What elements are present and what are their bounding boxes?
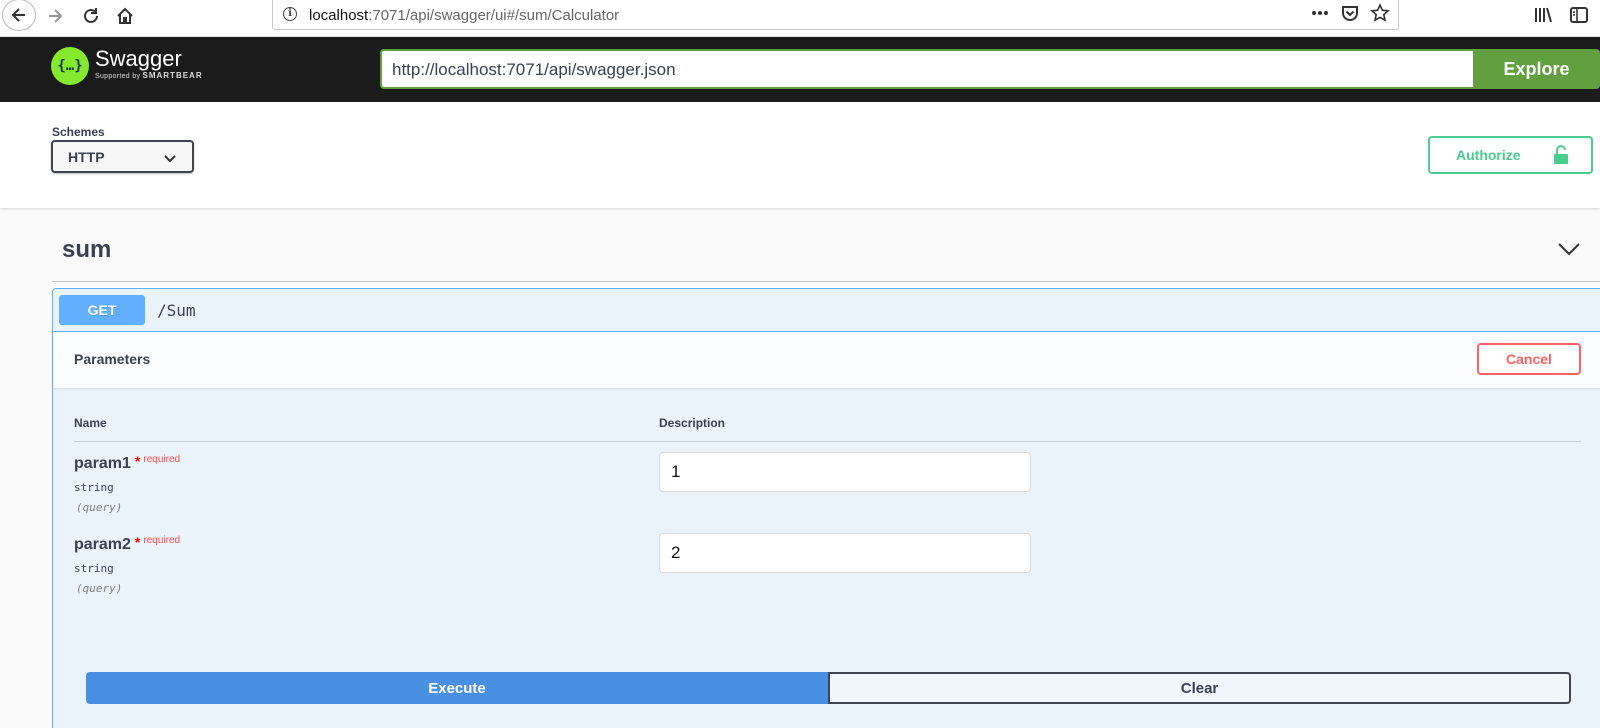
address-bar[interactable]: i localhost:7071/api/swagger/ui#/sum/Cal… bbox=[272, 0, 1399, 30]
parameter-name-text: param1 bbox=[74, 455, 131, 472]
parameter-location: (query) bbox=[76, 582, 123, 595]
required-label: required bbox=[143, 535, 181, 546]
execute-wrapper: Execute Clear bbox=[86, 672, 1571, 704]
arrow-left-icon bbox=[11, 8, 25, 22]
clear-button[interactable]: Clear bbox=[828, 672, 1571, 704]
address-host: localhost bbox=[309, 7, 369, 24]
execute-button[interactable]: Execute bbox=[86, 672, 828, 704]
schemes-select[interactable]: HTTP bbox=[51, 140, 194, 173]
authorize-button[interactable]: Authorize bbox=[1428, 136, 1593, 174]
swagger-logo-icon: {…} bbox=[51, 47, 89, 85]
explore-button[interactable]: Explore bbox=[1473, 49, 1600, 89]
pocket-icon[interactable] bbox=[1340, 3, 1360, 23]
bookmark-star-icon[interactable] bbox=[1370, 3, 1390, 23]
arrow-right-icon bbox=[49, 9, 63, 23]
tag-title: sum bbox=[62, 236, 112, 263]
schemes-label: Schemes bbox=[52, 125, 105, 139]
required-star: * bbox=[134, 453, 141, 469]
cancel-button[interactable]: Cancel bbox=[1477, 343, 1581, 375]
reload-icon bbox=[84, 8, 98, 23]
back-button[interactable] bbox=[2, 0, 36, 31]
scheme-container: Schemes HTTP Authorize bbox=[0, 102, 1600, 208]
parameter-type: string bbox=[74, 562, 114, 575]
tag-section-header[interactable]: sum bbox=[52, 222, 1600, 282]
chevron-down-icon bbox=[164, 151, 176, 167]
logo-sub-prefix: Supported by bbox=[95, 73, 141, 80]
parameter-name: param1 * required bbox=[74, 453, 181, 473]
chevron-down-icon[interactable] bbox=[1558, 242, 1580, 261]
parameter-type: string bbox=[74, 481, 114, 494]
required-star: * bbox=[134, 534, 141, 550]
parameters-header: Parameters Cancel bbox=[53, 332, 1600, 388]
parameters-title: Parameters bbox=[74, 351, 151, 367]
parameter-name: param2 * required bbox=[74, 534, 181, 554]
schemes-selected-value: HTTP bbox=[68, 149, 105, 165]
home-icon bbox=[117, 7, 133, 24]
parameter-row: param2 * required string (query) 2 bbox=[74, 533, 1581, 616]
method-badge: GET bbox=[59, 295, 145, 325]
parameter-name-text: param2 bbox=[74, 536, 131, 553]
forward-button[interactable] bbox=[39, 0, 73, 32]
logo-title: Swagger bbox=[95, 46, 182, 71]
operation-summary[interactable]: GET /Sum bbox=[53, 289, 1600, 332]
reload-button[interactable] bbox=[74, 0, 108, 32]
spec-url-input[interactable]: http://localhost:7071/api/swagger.json bbox=[380, 49, 1473, 89]
operation-path: /Sum bbox=[157, 301, 196, 320]
header-divider bbox=[74, 441, 1581, 442]
operation-block: GET /Sum Parameters Cancel Name Descript… bbox=[52, 288, 1600, 728]
parameter-row: param1 * required string (query) 1 bbox=[74, 452, 1581, 535]
info-icon[interactable]: i bbox=[283, 7, 297, 21]
swagger-topbar: {…} Swagger Supported by SMARTBEAR http:… bbox=[0, 37, 1600, 102]
sidebar-icon[interactable] bbox=[1568, 4, 1590, 26]
logo-subtitle: Supported by SMARTBEAR bbox=[95, 71, 203, 80]
required-label: required bbox=[143, 454, 181, 465]
home-button[interactable] bbox=[108, 0, 142, 32]
lock-icon bbox=[1553, 145, 1569, 168]
more-icon[interactable] bbox=[1310, 3, 1330, 23]
browser-toolbar: i localhost:7071/api/swagger/ui#/sum/Cal… bbox=[0, 0, 1600, 37]
authorize-label: Authorize bbox=[1456, 147, 1521, 163]
parameter-location: (query) bbox=[76, 501, 123, 514]
param1-input[interactable]: 1 bbox=[659, 452, 1031, 492]
address-text: localhost:7071/api/swagger/ui#/sum/Calcu… bbox=[309, 7, 619, 24]
address-path: :7071/api/swagger/ui#/sum/Calculator bbox=[368, 7, 620, 24]
library-icon[interactable] bbox=[1532, 4, 1554, 26]
param2-input[interactable]: 2 bbox=[659, 533, 1031, 573]
column-header-name: Name bbox=[74, 416, 107, 430]
column-header-description: Description bbox=[659, 416, 726, 430]
swagger-logo[interactable]: {…} Swagger Supported by SMARTBEAR bbox=[51, 47, 203, 85]
logo-sub-brand: SMARTBEAR bbox=[142, 71, 203, 80]
